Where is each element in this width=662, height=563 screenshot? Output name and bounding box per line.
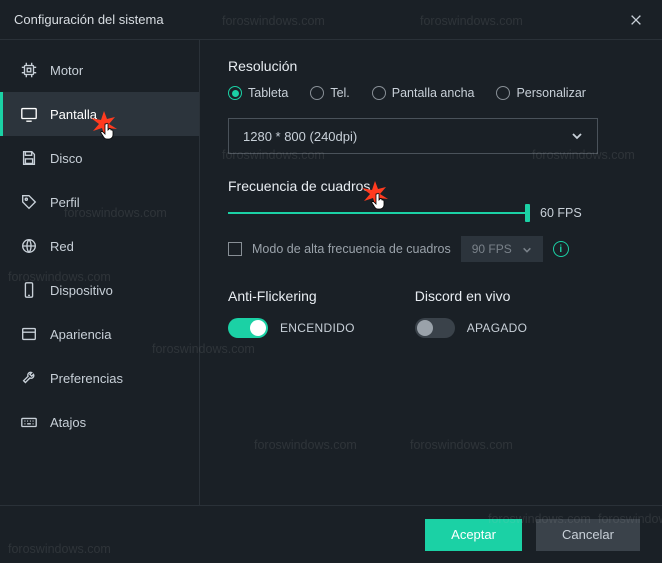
footer: Aceptar Cancelar [0, 505, 662, 563]
sidebar-item-atajos[interactable]: Atajos [0, 400, 199, 444]
high-fps-dropdown-value: 90 FPS [472, 242, 512, 256]
sidebar-item-label: Atajos [50, 415, 86, 430]
sidebar-item-dispositivo[interactable]: Dispositivo [0, 268, 199, 312]
radio-tel[interactable]: Tel. [310, 86, 349, 100]
radio-label: Pantalla ancha [392, 86, 475, 100]
keyboard-icon [20, 413, 38, 431]
sidebar-item-red[interactable]: Red [0, 224, 199, 268]
accept-button[interactable]: Aceptar [425, 519, 522, 551]
sidebar-item-perfil[interactable]: Perfil [0, 180, 199, 224]
high-fps-dropdown: 90 FPS [461, 236, 543, 262]
sidebar-item-label: Preferencias [50, 371, 123, 386]
resolution-title: Resolución [228, 58, 634, 74]
cancel-button[interactable]: Cancelar [536, 519, 640, 551]
discord-toggle[interactable] [415, 318, 455, 338]
slider-handle[interactable] [525, 204, 530, 222]
radio-circle-icon [372, 86, 386, 100]
radio-label: Tableta [248, 86, 288, 100]
discord-state: APAGADO [467, 321, 528, 335]
radio-circle-icon [228, 86, 242, 100]
sidebar-item-label: Perfil [50, 195, 80, 210]
radio-pantalla-ancha[interactable]: Pantalla ancha [372, 86, 475, 100]
content-panel: Resolución Tableta Tel. Pantalla ancha P… [200, 40, 662, 505]
anti-flicker-state: ENCENDIDO [280, 321, 355, 335]
sidebar-item-motor[interactable]: Motor [0, 48, 199, 92]
sidebar-item-label: Dispositivo [50, 283, 113, 298]
window-icon [20, 325, 38, 343]
fps-value-label: 60 FPS [540, 206, 582, 220]
sidebar-item-label: Red [50, 239, 74, 254]
titlebar: Configuración del sistema [0, 0, 662, 40]
resolution-dropdown[interactable]: 1280 * 800 (240dpi) [228, 118, 598, 154]
chevron-down-icon [522, 244, 532, 254]
tool-icon [20, 369, 38, 387]
globe-icon [20, 237, 38, 255]
sidebar-item-label: Disco [50, 151, 83, 166]
dropdown-value: 1280 * 800 (240dpi) [243, 129, 357, 144]
sidebar-item-label: Motor [50, 63, 83, 78]
window-title: Configuración del sistema [14, 12, 164, 27]
sidebar-item-disco[interactable]: Disco [0, 136, 199, 180]
phone-icon [20, 281, 38, 299]
radio-tableta[interactable]: Tableta [228, 86, 288, 100]
sidebar-item-label: Apariencia [50, 327, 111, 342]
sidebar-item-apariencia[interactable]: Apariencia [0, 312, 199, 356]
anti-flicker-toggle[interactable] [228, 318, 268, 338]
high-fps-checkbox[interactable] [228, 242, 242, 256]
resolution-radio-group: Tableta Tel. Pantalla ancha Personalizar [228, 86, 634, 100]
sidebar-item-preferencias[interactable]: Preferencias [0, 356, 199, 400]
close-button[interactable] [624, 8, 648, 32]
sidebar: Motor Pantalla Disco Perfil Red [0, 40, 200, 505]
save-icon [20, 149, 38, 167]
framerate-title: Frecuencia de cuadros [228, 178, 634, 194]
cpu-icon [20, 61, 38, 79]
discord-title: Discord en vivo [415, 288, 528, 304]
fps-slider[interactable] [228, 212, 528, 214]
radio-circle-icon [496, 86, 510, 100]
tag-icon [20, 193, 38, 211]
sidebar-item-label: Pantalla [50, 107, 97, 122]
display-icon [20, 105, 38, 123]
radio-circle-icon [310, 86, 324, 100]
radio-label: Tel. [330, 86, 349, 100]
radio-personalizar[interactable]: Personalizar [496, 86, 585, 100]
chevron-down-icon [571, 130, 583, 142]
info-icon[interactable]: i [553, 241, 569, 257]
radio-label: Personalizar [516, 86, 585, 100]
sidebar-item-pantalla[interactable]: Pantalla [0, 92, 199, 136]
anti-flicker-title: Anti-Flickering [228, 288, 355, 304]
high-fps-label: Modo de alta frecuencia de cuadros [252, 242, 451, 256]
